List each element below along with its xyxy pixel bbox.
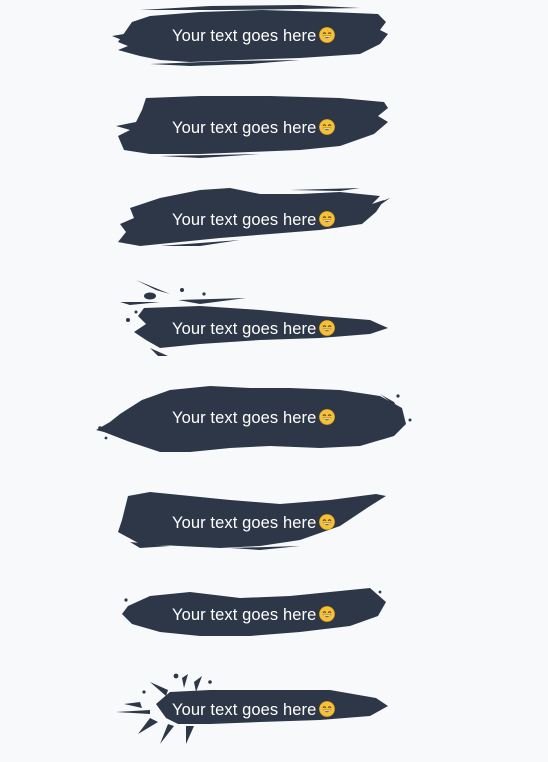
grinning-face-icon: [319, 701, 335, 717]
brush-text-label-4: Your text goes here: [172, 318, 372, 340]
brush-text-item-3: Your text goes here: [0, 184, 548, 276]
brush-text-label-1: Your text goes here: [172, 25, 372, 47]
brush-text-item-8: Your text goes here: [0, 644, 548, 744]
brush-text-label-5: Your text goes here: [172, 407, 372, 429]
brush-text-item-1: Your text goes here: [0, 0, 548, 92]
brush-text-item-6: Your text goes here: [0, 460, 548, 552]
grinning-face-icon: [319, 606, 335, 622]
grinning-face-icon: [319, 211, 335, 227]
brush-stroke-6: [118, 492, 386, 550]
brush-text-item-7: Your text goes here: [0, 552, 548, 644]
brush-stroke-7: [122, 588, 386, 636]
brush-text-label-7: Your text goes here: [172, 604, 372, 626]
grinning-face-icon: [319, 409, 335, 425]
brush-text-label-3: Your text goes here: [172, 209, 372, 231]
grinning-face-icon: [319, 27, 335, 43]
brush-text-label-6: Your text goes here: [172, 512, 372, 534]
grinning-face-icon: [319, 514, 335, 530]
brush-text-item-2: Your text goes here: [0, 92, 548, 184]
brush-text-label-8: Your text goes here: [172, 699, 372, 721]
grinning-face-icon: [319, 119, 335, 135]
brush-stroke-8: [116, 673, 388, 744]
brush-text-item-4: Your text goes here: [0, 276, 548, 368]
brush-text-item-5: Your text goes here: [0, 368, 548, 460]
brush-text-label-2: Your text goes here: [172, 117, 372, 139]
grinning-face-icon: [319, 320, 335, 336]
